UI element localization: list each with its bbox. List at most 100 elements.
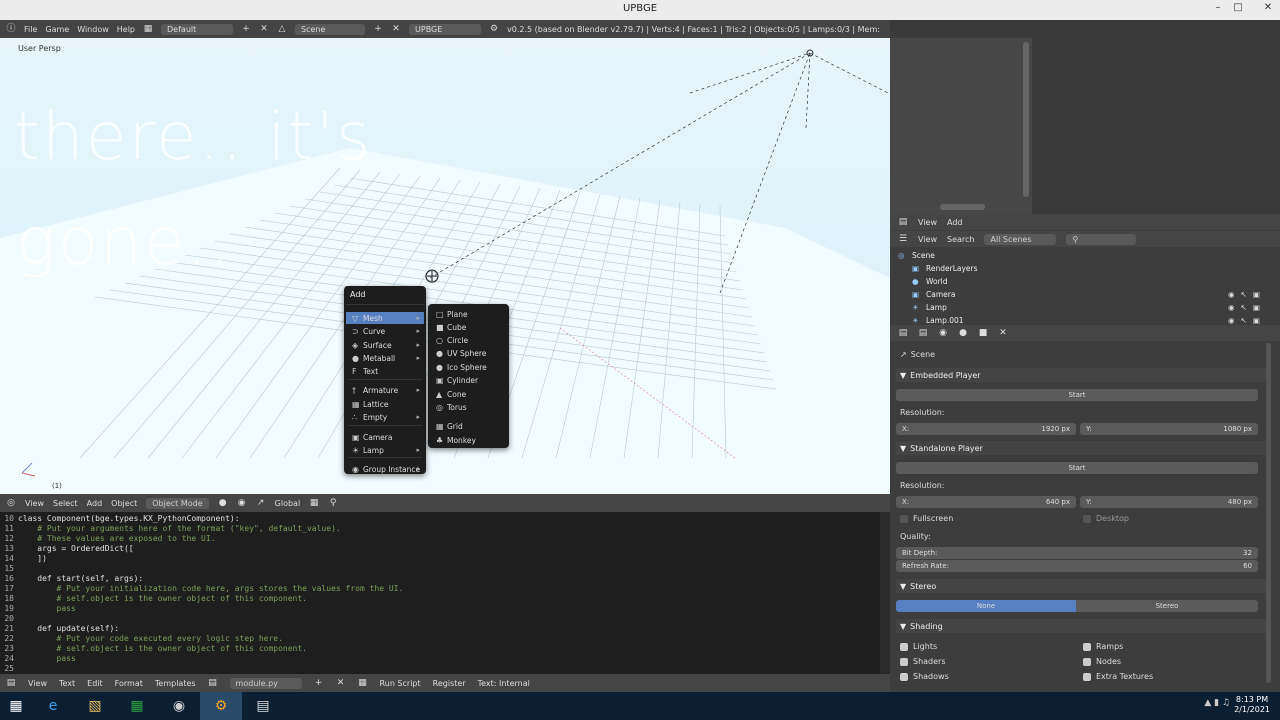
remove-scene-icon[interactable]: ✕	[391, 24, 401, 34]
add-menu-item-group-instance[interactable]: ◉ Group Instance ▸	[346, 463, 424, 475]
spreadsheet-icon[interactable]: ▦	[116, 692, 158, 720]
world-tab-icon[interactable]: ●	[958, 328, 968, 338]
object-tab-icon[interactable]: ■	[978, 328, 988, 338]
menu-game[interactable]: Game	[45, 25, 69, 34]
menu-help[interactable]: Help	[117, 25, 135, 34]
add-layout-icon[interactable]: +	[241, 24, 251, 34]
close-text-icon[interactable]: ✕	[336, 678, 346, 688]
outliner-item-renderlayers[interactable]: ▣ RenderLayers	[890, 262, 1270, 275]
shadows-checkbox[interactable]: Shadows	[900, 672, 949, 681]
add-menu-item-camera[interactable]: ▣ Camera	[346, 431, 424, 443]
pin-icon[interactable]: ↗	[900, 350, 907, 359]
editor-type-icon[interactable]: ◎	[6, 498, 16, 508]
outliner-item-lamp[interactable]: ☀ Lamp ◉↖▣	[890, 301, 1270, 314]
stereo-panel-header[interactable]: ▼ Stereo	[896, 579, 1266, 593]
mesh-item-grid[interactable]: ▦ Grid	[430, 420, 507, 432]
standalone-player-panel-header[interactable]: ▼ Standalone Player	[896, 441, 1266, 455]
mesh-item-uv-sphere[interactable]: ● UV Sphere	[430, 347, 507, 359]
embedded-y-field[interactable]: Y: 1080 px	[1080, 423, 1258, 435]
menu-window[interactable]: Window	[77, 25, 109, 34]
nodes-checkbox[interactable]: Nodes	[1083, 657, 1121, 666]
standalone-y-field[interactable]: Y: 480 px	[1080, 496, 1258, 508]
info-editor-icon[interactable]: ⓘ	[6, 24, 16, 34]
add-menu-item-empty[interactable]: ∴ Empty ▸	[346, 411, 424, 423]
app-icon[interactable]: ◉	[158, 692, 200, 720]
blender-taskbar-icon[interactable]: ⚙	[200, 692, 242, 720]
maximize-icon[interactable]: □	[1232, 2, 1244, 14]
orientation-selector[interactable]: Global	[275, 499, 301, 508]
layout-selector[interactable]: Default	[161, 23, 234, 35]
close-icon[interactable]: ✕	[1262, 2, 1274, 14]
menu-text[interactable]: Text	[59, 679, 75, 688]
outliner-item-scene[interactable]: ◎ Scene	[890, 249, 1270, 262]
search-icon[interactable]: ⚲	[1066, 233, 1137, 245]
register-checkbox[interactable]: Register	[433, 679, 466, 688]
folder-icon[interactable]: ▧	[74, 692, 116, 720]
refresh-rate-field[interactable]: Refresh Rate: 60	[896, 560, 1258, 572]
mesh-item-cylinder[interactable]: ▣ Cylinder	[430, 374, 507, 386]
start-icon[interactable]: ▦	[0, 692, 32, 720]
scene-tab-icon[interactable]: ◉	[938, 328, 948, 338]
menu-file[interactable]: File	[24, 25, 37, 34]
add-menu-item-surface[interactable]: ◈ Surface ▸	[346, 339, 424, 351]
outliner-editor-icon[interactable]: ▤	[898, 217, 908, 227]
shading-icon[interactable]: ●	[218, 498, 228, 508]
menu-format[interactable]: Format	[115, 679, 143, 688]
run-script-button[interactable]: Run Script	[380, 679, 421, 688]
mesh-item-cube[interactable]: ■ Cube	[430, 321, 507, 333]
extra-textures-checkbox[interactable]: Extra Textures	[1083, 672, 1153, 681]
minimize-icon[interactable]: –	[1212, 2, 1224, 14]
menu-object[interactable]: Object	[111, 499, 137, 508]
add-menu-item-text[interactable]: F Text	[346, 365, 424, 377]
outliner-item-lamp-001[interactable]: ☀ Lamp.001 ◉↖▣	[890, 314, 1270, 325]
standalone-start-button[interactable]: Start	[896, 462, 1258, 474]
visibility-toggles-icon[interactable]: ◉↖▣	[1228, 290, 1266, 299]
menu-edit[interactable]: Edit	[87, 679, 103, 688]
ramps-checkbox[interactable]: Ramps	[1083, 642, 1123, 651]
outliner-menu-view[interactable]: View	[918, 218, 937, 227]
vertical-scrollbar[interactable]	[1023, 42, 1029, 197]
visibility-toggles-icon[interactable]: ◉↖▣	[1228, 316, 1266, 325]
visibility-toggles-icon[interactable]: ◉↖▣	[1228, 303, 1266, 312]
browser-icon[interactable]: e	[32, 692, 74, 720]
add-menu-item-mesh[interactable]: ▽ Mesh ▸	[346, 312, 424, 324]
add-menu-item-metaball[interactable]: ● Metaball ▸	[346, 352, 424, 364]
add-menu-item-lattice[interactable]: ▦ Lattice	[346, 398, 424, 410]
text-editor-scrollbar[interactable]	[880, 512, 890, 674]
bit-depth-field[interactable]: Bit Depth: 32	[896, 547, 1258, 559]
properties-editor-icon[interactable]: ▤	[898, 328, 908, 338]
text-editor[interactable]: 10 class Component(bge.types.KX_PythonCom…	[0, 512, 880, 674]
embedded-start-button[interactable]: Start	[896, 389, 1258, 401]
mesh-item-circle[interactable]: ○ Circle	[430, 334, 507, 346]
mesh-item-monkey[interactable]: ♣ Monkey	[430, 434, 507, 446]
mesh-item-torus[interactable]: ◎ Torus	[430, 401, 507, 413]
engine-selector[interactable]: UPBGE	[409, 23, 482, 35]
line-numbers-icon[interactable]: ▦	[358, 678, 368, 688]
clock[interactable]: 8:13 PM 2/1/2021	[1234, 695, 1270, 715]
new-text-icon[interactable]: +	[314, 678, 324, 688]
desktop-checkbox[interactable]: Desktop	[1083, 514, 1129, 523]
embedded-x-field[interactable]: X: 1920 px	[896, 423, 1076, 435]
text-file-selector[interactable]: module.py	[229, 677, 302, 689]
stereo-stereo-button[interactable]: Stereo	[1076, 600, 1258, 612]
embedded-player-panel-header[interactable]: ▼ Embedded Player	[896, 368, 1266, 382]
stereo-none-button[interactable]: None	[896, 600, 1076, 612]
layers-icon[interactable]: ▦	[309, 498, 319, 508]
shaders-checkbox[interactable]: Shaders	[900, 657, 946, 666]
add-menu-item-curve[interactable]: ⊃ Curve ▸	[346, 325, 424, 337]
manipulator-icon[interactable]: ↗	[256, 498, 266, 508]
menu-templates[interactable]: Templates	[155, 679, 196, 688]
outliner-view-menu[interactable]: View	[918, 235, 937, 244]
outliner-menu-add[interactable]: Add	[947, 218, 963, 227]
display-mode-selector[interactable]: All Scenes	[984, 233, 1057, 245]
mesh-item-ico-sphere[interactable]: ● Ico Sphere	[430, 361, 507, 373]
text-editor-type-icon[interactable]: ▤	[6, 678, 16, 688]
outliner-item-camera[interactable]: ▣ Camera ◉↖▣	[890, 288, 1270, 301]
outliner-icon[interactable]: ☰	[898, 234, 908, 244]
snap-icon[interactable]: ⚲	[328, 498, 338, 508]
add-menu-item-armature[interactable]: † Armature ▸	[346, 384, 424, 396]
mesh-item-plane[interactable]: □ Plane	[430, 308, 507, 320]
scene-selector[interactable]: Scene	[295, 23, 366, 35]
menu-add[interactable]: Add	[87, 499, 103, 508]
properties-scrollbar[interactable]	[1266, 343, 1271, 683]
